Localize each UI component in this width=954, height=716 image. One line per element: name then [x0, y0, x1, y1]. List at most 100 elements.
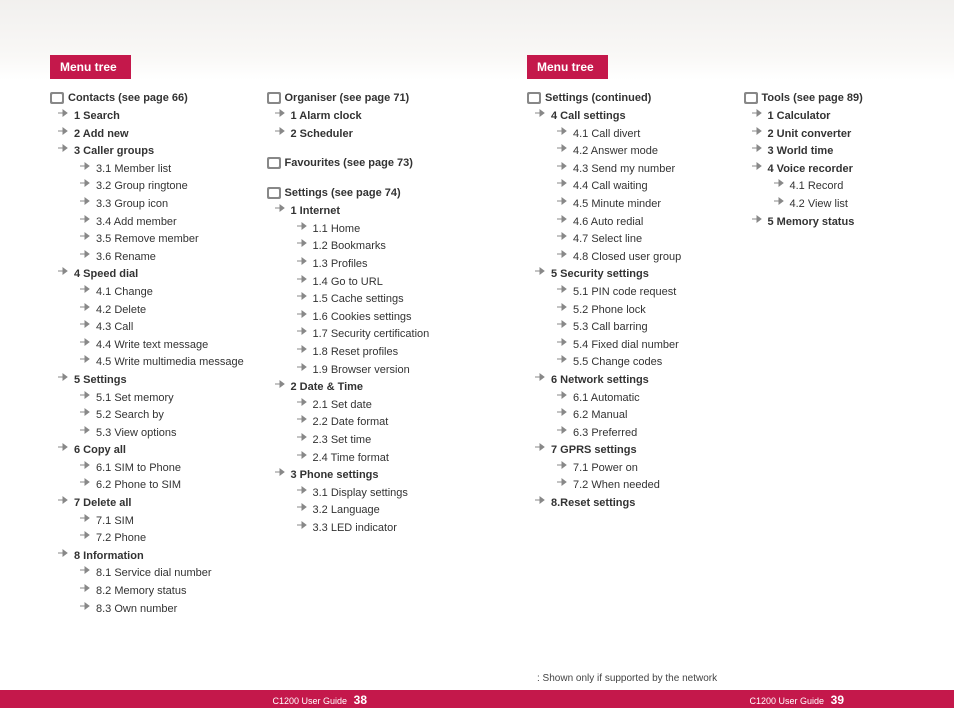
- item-label: 5.3 Call barring: [573, 319, 648, 337]
- arrow-icon: [557, 178, 569, 187]
- menu-item: 7 GPRS settings: [527, 442, 726, 460]
- footer-label: C1200 User Guide: [272, 696, 347, 706]
- item-label: 1.6 Cookies settings: [313, 309, 412, 327]
- item-label: 8.3 Own number: [96, 601, 177, 619]
- section-heading: Settings (see page 74): [267, 187, 466, 199]
- item-label: 3.1 Display settings: [313, 485, 408, 503]
- arrow-icon: [557, 425, 569, 434]
- menu-item: 1 Internet: [267, 203, 466, 221]
- submenu-item: 6.1 Automatic: [527, 390, 726, 408]
- arrow-icon: [275, 379, 287, 388]
- item-label: 5.2 Phone lock: [573, 302, 646, 320]
- item-label: 2.1 Set date: [313, 397, 372, 415]
- item-label: 3.1 Member list: [96, 161, 171, 179]
- arrow-icon: [58, 143, 70, 152]
- item-label: 3.3 LED indicator: [313, 520, 397, 538]
- submenu-item: 5.2 Phone lock: [527, 302, 726, 320]
- item-label: 8.Reset settings: [551, 495, 635, 513]
- submenu-item: 3.4 Add member: [50, 214, 249, 232]
- category-icon: [50, 92, 64, 104]
- arrow-icon: [557, 460, 569, 469]
- arrow-icon: [80, 178, 92, 187]
- item-label: 4.5 Write multimedia message: [96, 354, 244, 372]
- item-label: 2 Scheduler: [291, 126, 353, 144]
- arrow-icon: [752, 108, 764, 117]
- arrow-icon: [297, 520, 309, 529]
- arrow-icon: [80, 460, 92, 469]
- item-label: 4.1 Record: [790, 178, 844, 196]
- submenu-item: 8.2 Memory status: [50, 583, 249, 601]
- item-label: 4 Voice recorder: [768, 161, 853, 179]
- submenu-item: 4.8 Closed user group: [527, 249, 726, 267]
- menu-item: 5 Security settings: [527, 266, 726, 284]
- menu-item: 3 World time: [744, 143, 943, 161]
- category-icon: [267, 157, 281, 169]
- arrow-icon: [58, 108, 70, 117]
- item-label: 1 Alarm clock: [291, 108, 362, 126]
- item-label: 1.2 Bookmarks: [313, 238, 386, 256]
- submenu-item: 4.1 Call divert: [527, 126, 726, 144]
- item-label: 4.7 Select line: [573, 231, 642, 249]
- item-label: 5.5 Change codes: [573, 354, 662, 372]
- submenu-item: 5.3 Call barring: [527, 319, 726, 337]
- item-label: 5 Settings: [74, 372, 127, 390]
- submenu-item: 8.3 Own number: [50, 601, 249, 619]
- submenu-item: 4.2 View list: [744, 196, 943, 214]
- arrow-icon: [557, 390, 569, 399]
- arrow-icon: [80, 319, 92, 328]
- arrow-icon: [297, 502, 309, 511]
- item-label: 3.2 Language: [313, 502, 380, 520]
- item-label: 3.5 Remove member: [96, 231, 199, 249]
- submenu-item: 1.6 Cookies settings: [267, 309, 466, 327]
- page-number: 39: [831, 693, 844, 707]
- arrow-icon: [297, 326, 309, 335]
- item-label: 1 Search: [74, 108, 120, 126]
- item-label: 2.2 Date format: [313, 414, 389, 432]
- item-label: 3 Phone settings: [291, 467, 379, 485]
- item-label: 7.1 Power on: [573, 460, 638, 478]
- item-label: 1.3 Profiles: [313, 256, 368, 274]
- submenu-item: 4.4 Write text message: [50, 337, 249, 355]
- submenu-item: 1.4 Go to URL: [267, 274, 466, 292]
- column: Settings (continued)4 Call settings4.1 C…: [527, 92, 726, 686]
- item-label: 5 Memory status: [768, 214, 855, 232]
- submenu-item: 1.8 Reset profiles: [267, 344, 466, 362]
- arrow-icon: [80, 231, 92, 240]
- arrow-icon: [535, 266, 547, 275]
- item-label: 2.4 Time format: [313, 450, 389, 468]
- section-heading: Favourites (see page 73): [267, 157, 466, 169]
- menu-item: 1 Alarm clock: [267, 108, 466, 126]
- item-label: 6 Copy all: [74, 442, 126, 460]
- arrow-icon: [275, 126, 287, 135]
- submenu-item: 7.1 Power on: [527, 460, 726, 478]
- menu-item: 2 Add new: [50, 126, 249, 144]
- submenu-item: 7.2 Phone: [50, 530, 249, 548]
- arrow-icon: [774, 178, 786, 187]
- menu-item: 4 Speed dial: [50, 266, 249, 284]
- section-heading: Contacts (see page 66): [50, 92, 249, 104]
- arrow-icon: [80, 513, 92, 522]
- arrow-icon: [80, 249, 92, 258]
- item-label: 3.6 Rename: [96, 249, 156, 267]
- submenu-item: 6.2 Phone to SIM: [50, 477, 249, 495]
- submenu-item: 5.3 View options: [50, 425, 249, 443]
- submenu-item: 3.3 LED indicator: [267, 520, 466, 538]
- item-label: 1.9 Browser version: [313, 362, 410, 380]
- item-label: 4.1 Change: [96, 284, 153, 302]
- item-label: 4.4 Call waiting: [573, 178, 648, 196]
- item-label: 4.2 Delete: [96, 302, 146, 320]
- arrow-icon: [80, 583, 92, 592]
- item-label: 1 Internet: [291, 203, 341, 221]
- section-label: Favourites (see page 73): [285, 157, 413, 169]
- item-label: 8.2 Memory status: [96, 583, 186, 601]
- item-label: 1 Calculator: [768, 108, 831, 126]
- submenu-item: 3.3 Group icon: [50, 196, 249, 214]
- section-label: Settings (continued): [545, 92, 651, 104]
- item-label: 4.8 Closed user group: [573, 249, 681, 267]
- arrow-icon: [535, 372, 547, 381]
- arrow-icon: [297, 344, 309, 353]
- arrow-icon: [297, 414, 309, 423]
- arrow-icon: [557, 302, 569, 311]
- section-title: Menu tree: [527, 55, 608, 79]
- item-label: 7 Delete all: [74, 495, 131, 513]
